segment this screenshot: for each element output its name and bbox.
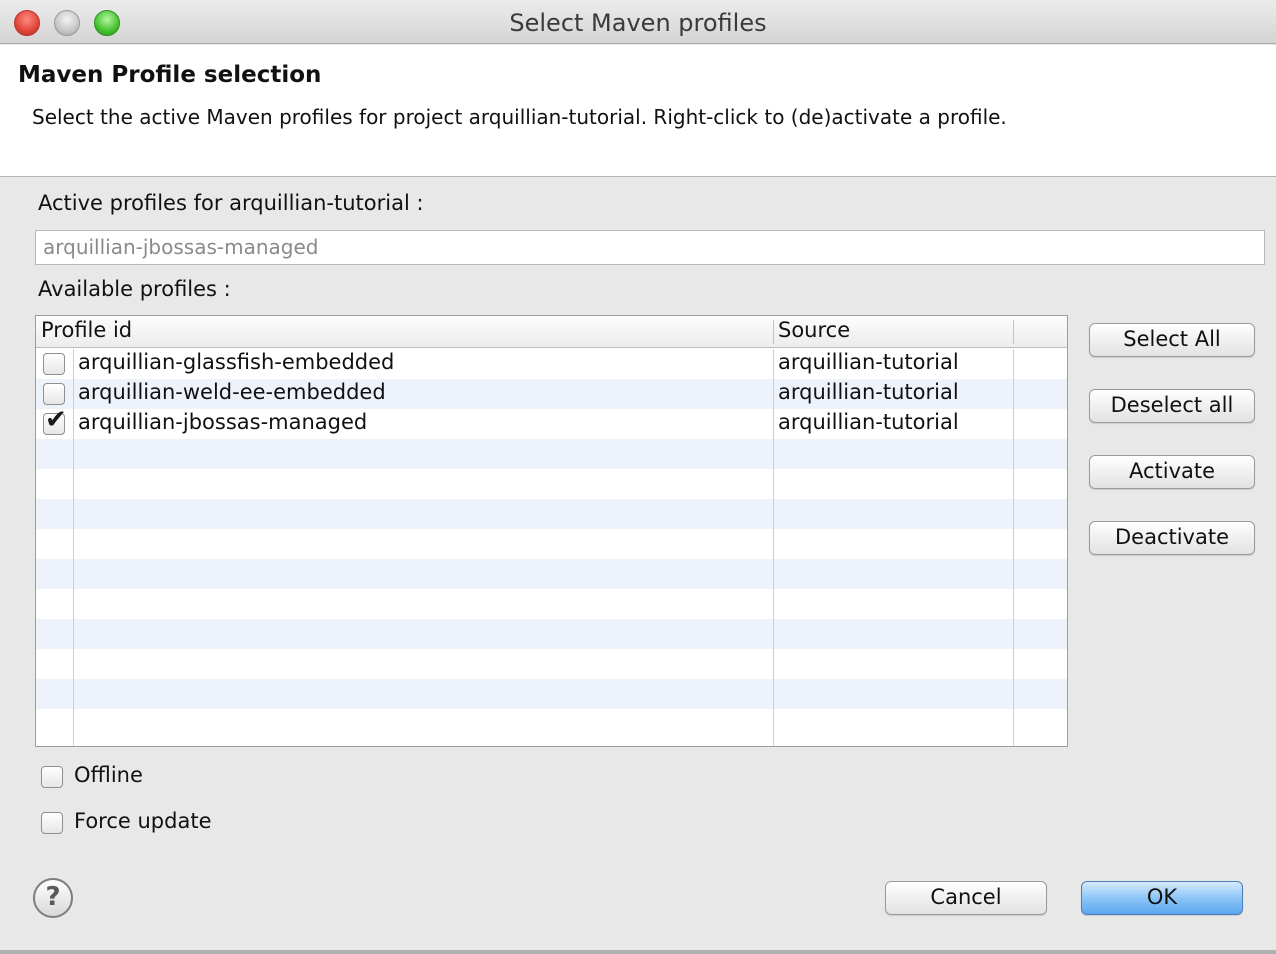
empty-row	[36, 439, 1067, 469]
profile-id-cell: arquillian-glassfish-embedded	[78, 350, 395, 374]
column-divider[interactable]	[773, 320, 774, 344]
empty-row	[36, 709, 1067, 739]
profile-checkbox[interactable]	[43, 383, 65, 405]
table-row[interactable]: ✔ arquillian-jbossas-managed arquillian-…	[36, 407, 1067, 439]
cancel-button[interactable]: Cancel	[885, 881, 1047, 915]
empty-row	[36, 529, 1067, 559]
profile-id-cell: arquillian-weld-ee-embedded	[78, 380, 386, 404]
available-profiles-label: Available profiles :	[38, 277, 231, 301]
column-line	[73, 349, 74, 746]
offline-checkbox[interactable]	[41, 766, 63, 788]
ok-button[interactable]: OK	[1081, 881, 1243, 915]
source-cell: arquillian-tutorial	[778, 350, 959, 374]
profiles-table[interactable]: Profile id Source arquillian-glassfish-e…	[35, 315, 1068, 747]
header-description: Select the active Maven profiles for pro…	[32, 105, 1007, 129]
window-title: Select Maven profiles	[509, 9, 767, 37]
window-bottom-edge	[0, 950, 1276, 954]
empty-row	[36, 589, 1067, 619]
table-body: arquillian-glassfish-embedded arquillian…	[36, 349, 1067, 746]
source-cell: arquillian-tutorial	[778, 410, 959, 434]
column-header-source[interactable]: Source	[778, 318, 850, 342]
force-update-label[interactable]: Force update	[74, 809, 211, 833]
active-profiles-label: Active profiles for arquillian-tutorial …	[38, 191, 424, 215]
column-line	[773, 349, 774, 746]
column-divider[interactable]	[1013, 320, 1014, 344]
source-cell: arquillian-tutorial	[778, 380, 959, 404]
deselect-all-button[interactable]: Deselect all	[1089, 389, 1255, 423]
offline-label[interactable]: Offline	[74, 763, 143, 787]
empty-row	[36, 499, 1067, 529]
profile-id-cell: arquillian-jbossas-managed	[78, 410, 368, 434]
profile-checkbox[interactable]	[43, 353, 65, 375]
activate-button[interactable]: Activate	[1089, 455, 1255, 489]
deactivate-button[interactable]: Deactivate	[1089, 521, 1255, 555]
table-row[interactable]: arquillian-weld-ee-embedded arquillian-t…	[36, 379, 1067, 409]
title-bar: Select Maven profiles	[0, 0, 1276, 44]
force-update-checkbox[interactable]	[41, 812, 63, 834]
active-profiles-field[interactable]: arquillian-jbossas-managed	[35, 230, 1265, 265]
profile-checkbox[interactable]: ✔	[43, 407, 67, 435]
empty-row	[36, 649, 1067, 679]
checkmark-icon: ✔	[45, 405, 67, 435]
table-row[interactable]: arquillian-glassfish-embedded arquillian…	[36, 349, 1067, 379]
select-all-button[interactable]: Select All	[1089, 323, 1255, 357]
dialog-header: Maven Profile selection Select the activ…	[0, 45, 1276, 177]
help-icon[interactable]: ?	[33, 878, 73, 918]
empty-row	[36, 619, 1067, 649]
empty-row	[36, 679, 1067, 709]
header-title: Maven Profile selection	[18, 62, 322, 88]
column-header-profile-id[interactable]: Profile id	[41, 318, 132, 342]
column-line	[1013, 349, 1014, 746]
empty-row	[36, 469, 1067, 499]
table-header: Profile id Source	[36, 316, 1067, 348]
empty-row	[36, 559, 1067, 589]
